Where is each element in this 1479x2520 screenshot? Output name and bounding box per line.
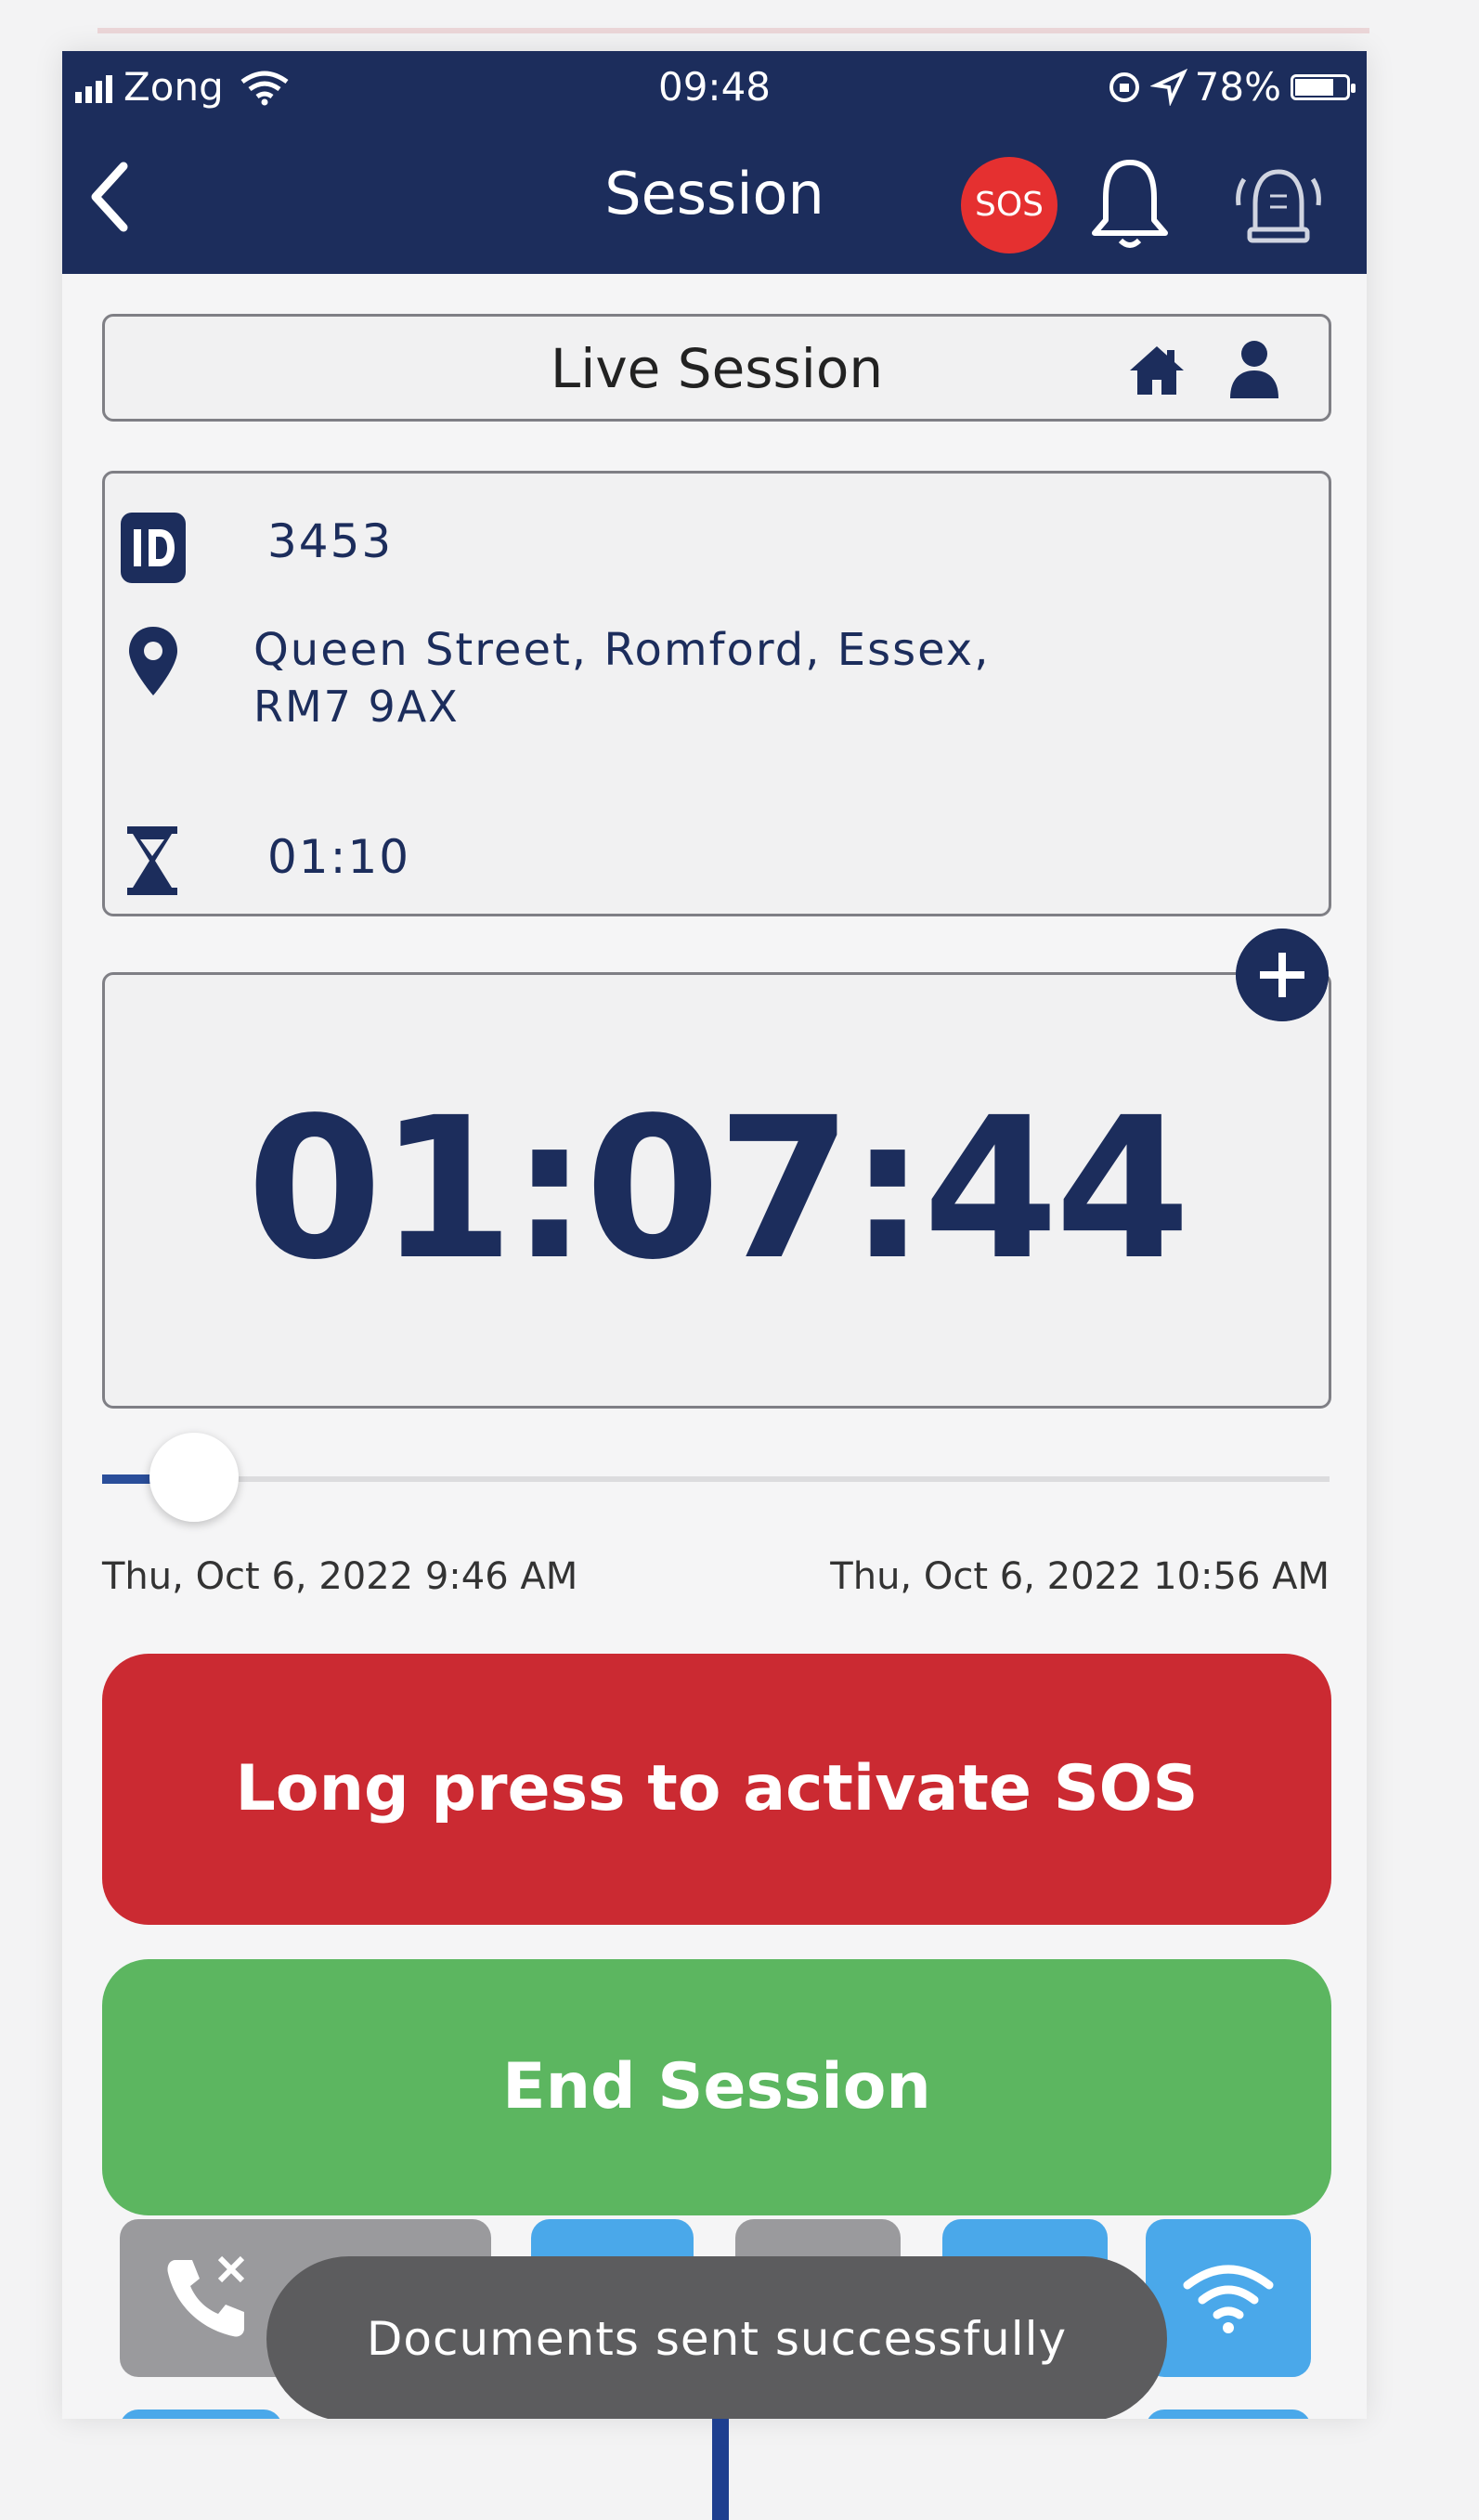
- session-info-card: 3453 Queen Street, Romford, Essex, RM7 9…: [102, 471, 1331, 916]
- battery-percent: 78%: [1194, 64, 1281, 110]
- address-line-1: Queen Street, Romford, Essex,: [253, 624, 991, 676]
- address-line-2: RM7 9AX: [253, 682, 460, 732]
- location-arrow-icon: [1149, 68, 1187, 106]
- bell-icon[interactable]: [1083, 153, 1176, 255]
- app-header: Zong 09:48 78% Session SOS: [62, 51, 1367, 274]
- session-slider-track[interactable]: [102, 1476, 1330, 1482]
- sos-button[interactable]: SOS: [961, 157, 1057, 253]
- home-icon[interactable]: [1126, 343, 1187, 398]
- slider-start-date: Thu, Oct 6, 2022 9:46 AM: [102, 1555, 578, 1598]
- toast-message: Documents sent successfully: [266, 2256, 1167, 2419]
- top-divider: [97, 28, 1369, 33]
- rotation-lock-icon: [1109, 71, 1139, 102]
- location-pin-icon: [129, 627, 177, 695]
- action-tile-row2-2[interactable]: [1146, 2410, 1311, 2419]
- status-right: 78%: [1106, 64, 1356, 110]
- session-id: 3453: [267, 514, 394, 568]
- status-bar: Zong 09:48 78%: [62, 51, 1367, 125]
- wifi-tile[interactable]: [1146, 2219, 1311, 2377]
- bottom-connector-line: [712, 2419, 729, 2520]
- plus-icon[interactable]: [1236, 929, 1329, 1021]
- action-tile-row2-1[interactable]: [120, 2410, 282, 2419]
- slider-end-date: Thu, Oct 6, 2022 10:56 AM: [830, 1555, 1330, 1598]
- session-duration: 01:10: [267, 830, 411, 884]
- live-session-bar: Live Session: [102, 314, 1331, 422]
- countdown-timer: 01:07:44: [246, 1075, 1191, 1303]
- activate-sos-button[interactable]: Long press to activate SOS: [102, 1654, 1331, 1925]
- hourglass-icon: [127, 826, 177, 895]
- countdown-card: 01:07:44: [102, 972, 1331, 1409]
- alarm-icon[interactable]: [1227, 153, 1330, 255]
- phone-call-icon: [167, 2255, 245, 2337]
- battery-icon: [1291, 73, 1356, 100]
- session-slider-thumb[interactable]: [149, 1433, 240, 1522]
- phone-screen: Zong 09:48 78% Session SOS Live Session …: [62, 51, 1367, 2419]
- id-icon: [121, 513, 186, 583]
- wifi-icon: [1183, 2265, 1274, 2333]
- end-session-button[interactable]: End Session: [102, 1959, 1331, 2215]
- person-icon[interactable]: [1228, 339, 1280, 398]
